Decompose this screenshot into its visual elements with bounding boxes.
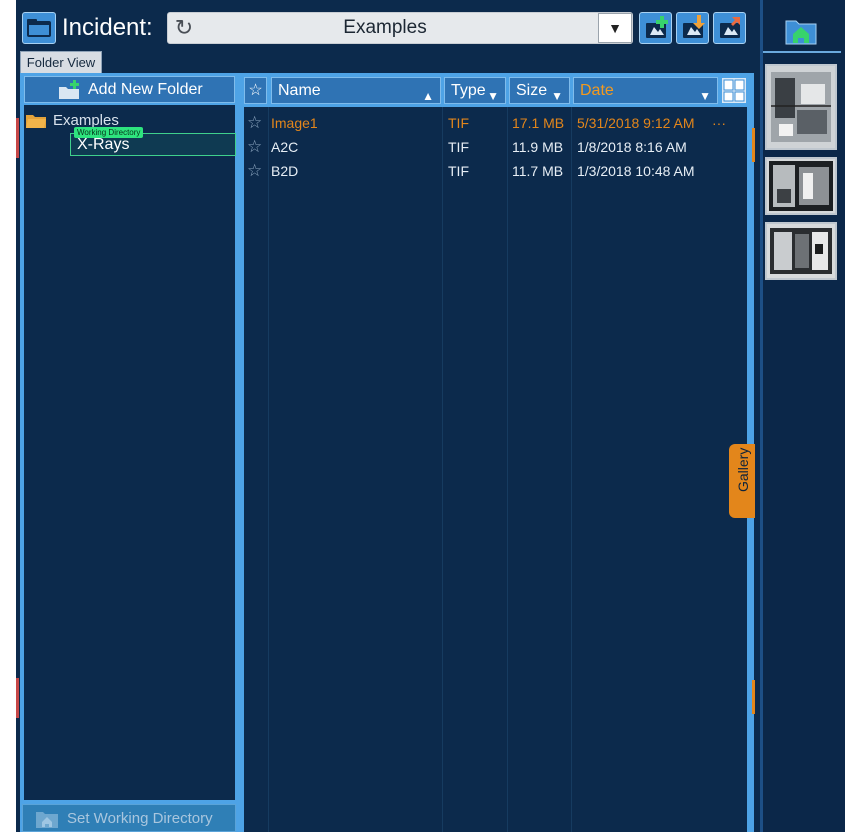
tab-folder-view[interactable]: Folder View (20, 51, 102, 73)
sidebar-separator (763, 51, 841, 53)
thumbnail-image1[interactable] (765, 64, 837, 150)
star-icon[interactable]: ☆ (247, 160, 262, 182)
xray-thumbnail (767, 66, 835, 148)
sort-ascending-icon: ▲ (422, 89, 434, 103)
more-options-icon[interactable]: ··· (712, 112, 726, 134)
gallery-tab-label: Gallery (735, 447, 751, 492)
incident-folder-button[interactable] (22, 12, 56, 44)
share-image-icon (720, 17, 740, 38)
left-edge-marker (16, 118, 19, 158)
date-column-header[interactable]: Date ▼ (573, 77, 718, 104)
incident-label: Incident: (62, 14, 153, 41)
working-directory-badge: Working Directory (74, 127, 144, 138)
chevron-down-icon[interactable]: ▼ (598, 13, 632, 43)
xray-thumbnail (767, 159, 835, 213)
column-divider (571, 107, 572, 832)
incident-value[interactable]: Examples (230, 14, 540, 42)
add-new-folder-label: Add New Folder (88, 81, 203, 98)
file-size: 17.1 MB (512, 115, 565, 131)
grid-view-button[interactable] (721, 77, 747, 104)
file-date: 1/3/2018 10:48 AM (577, 163, 695, 179)
chevron-down-icon: ▼ (487, 89, 499, 103)
grid-view-icon (722, 78, 746, 103)
favorite-column-header[interactable]: ☆ (244, 77, 267, 104)
file-size: 11.7 MB (512, 163, 564, 179)
table-row[interactable]: ☆ Image1 TIF 17.1 MB 5/31/2018 9:12 AM ·… (244, 112, 747, 134)
column-divider (268, 107, 269, 832)
folder-tree (24, 105, 235, 800)
import-image-button[interactable] (639, 12, 672, 44)
thumbnail-b2d[interactable] (765, 222, 837, 280)
name-column-header[interactable]: Name ▲ (271, 77, 441, 104)
home-folder-icon (785, 20, 817, 45)
type-column-label: Type (451, 82, 486, 99)
import-image-icon (646, 16, 668, 38)
type-column-header[interactable]: Type ▼ (444, 77, 506, 104)
refresh-icon[interactable]: ↻ (172, 14, 196, 42)
name-column-label: Name (278, 82, 321, 99)
file-size: 11.9 MB (512, 139, 564, 155)
file-name: A2C (271, 139, 299, 155)
home-folder-icon (36, 812, 58, 828)
export-image-button[interactable] (676, 12, 709, 44)
chevron-down-icon: ▼ (699, 89, 711, 103)
file-name: B2D (271, 163, 299, 179)
thumbnail-a2c[interactable] (765, 157, 837, 215)
column-divider (442, 107, 443, 832)
file-type: TIF (448, 115, 469, 131)
size-column-header[interactable]: Size ▼ (509, 77, 570, 104)
home-folder-button[interactable] (783, 13, 819, 47)
file-name: Image1 (271, 115, 318, 131)
scroll-indicator[interactable] (752, 128, 755, 162)
folder-icon (26, 113, 46, 128)
star-icon[interactable]: ☆ (247, 136, 262, 158)
file-type: TIF (448, 163, 469, 179)
table-row[interactable]: ☆ B2D TIF 11.7 MB 1/3/2018 10:48 AM (244, 160, 747, 182)
chevron-down-icon: ▼ (551, 89, 563, 103)
set-working-directory-label: Set Working Directory (67, 810, 213, 827)
file-type: TIF (448, 139, 469, 155)
date-column-label: Date (580, 82, 614, 99)
file-date: 1/8/2018 8:16 AM (577, 139, 687, 155)
column-divider (507, 107, 508, 832)
left-edge-marker (16, 678, 19, 718)
folder-icon (27, 19, 51, 37)
share-image-button[interactable] (713, 12, 746, 44)
size-column-label: Size (516, 82, 548, 99)
add-folder-icon (59, 80, 79, 99)
scroll-indicator[interactable] (752, 680, 755, 714)
file-date: 5/31/2018 9:12 AM (577, 115, 695, 131)
star-icon[interactable]: ☆ (247, 112, 262, 134)
table-row[interactable]: ☆ A2C TIF 11.9 MB 1/8/2018 8:16 AM (244, 136, 747, 158)
export-image-icon (683, 15, 705, 38)
xray-thumbnail (767, 224, 835, 278)
file-list (244, 107, 747, 832)
